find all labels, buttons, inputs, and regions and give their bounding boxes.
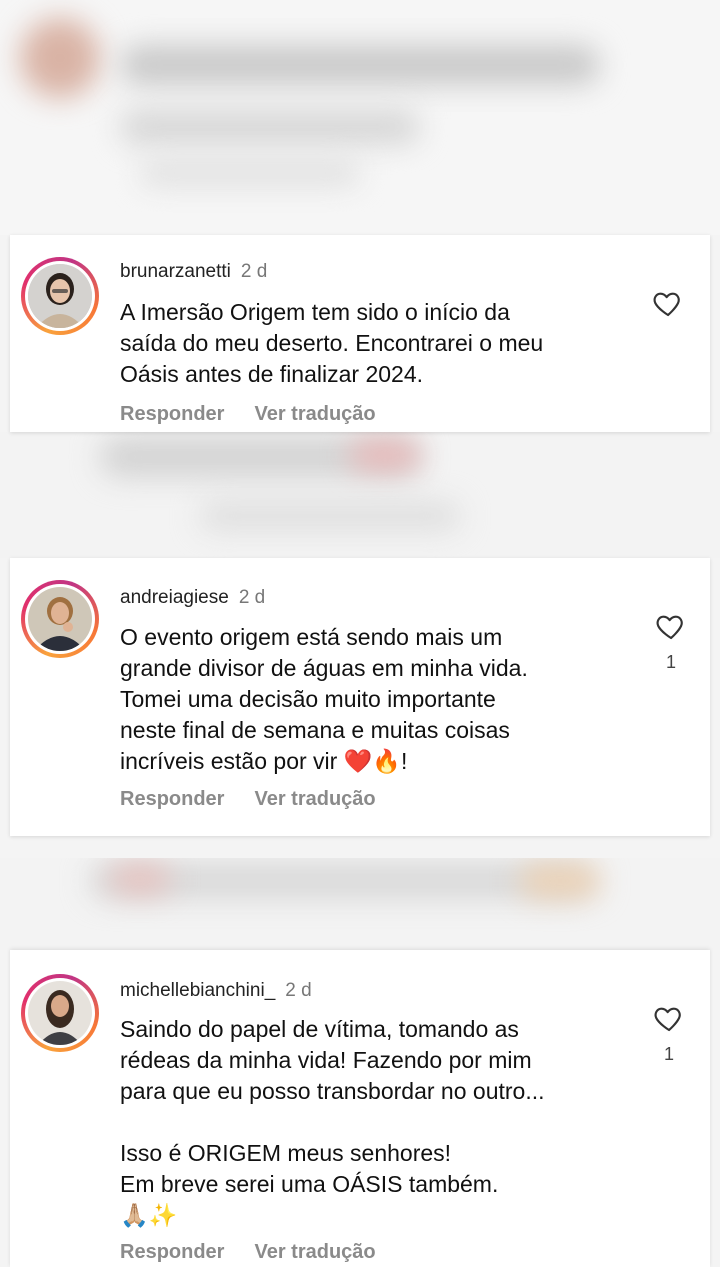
reply-button[interactable]: Responder	[120, 1241, 224, 1263]
comment-text: A Imersão Origem tem sido o início da sa…	[120, 299, 544, 387]
avatar[interactable]	[21, 257, 99, 335]
comment-time: 2 d	[238, 587, 266, 608]
blurred-comment-lower	[0, 858, 720, 950]
person-photo-icon	[28, 264, 92, 328]
heart-outline-icon	[654, 1007, 681, 1032]
username-text[interactable]: brunarzanetti	[120, 261, 231, 282]
username[interactable]: michellebianchini_ 2 d	[120, 980, 312, 1002]
person-photo-icon	[28, 587, 92, 651]
screenshot-frame: brunarzanetti 2 d A Imersão Origem tem si…	[0, 0, 720, 1267]
avatar[interactable]	[21, 974, 99, 1052]
see-translation-button[interactable]: Ver tradução	[254, 403, 375, 425]
reply-button[interactable]: Responder	[120, 788, 224, 810]
username[interactable]: brunarzanetti 2 d	[120, 261, 267, 283]
like-button[interactable]	[653, 1002, 685, 1034]
profile-photo	[28, 981, 92, 1045]
avatar[interactable]	[21, 580, 99, 658]
heart-outline-icon	[653, 292, 680, 317]
person-photo-icon	[28, 981, 92, 1045]
blurred-comment-middle	[0, 432, 720, 558]
comment-actions: Responder Ver tradução	[120, 788, 376, 811]
comment-card: michellebianchini_ 2 d Saindo do papel de…	[10, 950, 710, 1267]
username[interactable]: andreiagiese 2 d	[120, 587, 265, 609]
see-translation-button[interactable]: Ver tradução	[254, 1241, 375, 1263]
reply-button[interactable]: Responder	[120, 403, 224, 425]
like-count: 1	[663, 1044, 674, 1064]
comment-actions: Responder Ver tradução	[120, 1241, 376, 1264]
profile-photo	[28, 264, 92, 328]
comment-card: andreiagiese 2 d O evento origem está sen…	[10, 558, 710, 836]
comment-time: 2 d	[240, 261, 268, 282]
username-text[interactable]: andreiagiese	[120, 587, 229, 608]
comment-time: 2 d	[285, 980, 312, 1001]
see-translation-button[interactable]: Ver tradução	[254, 788, 375, 810]
username-text[interactable]: michellebianchini_	[120, 980, 275, 1001]
blurred-comment-top	[0, 0, 720, 235]
comment-text: Saindo do papel de vítima, tomando as ré…	[120, 1016, 545, 1228]
like-count: 1	[665, 652, 676, 672]
comment-card: brunarzanetti 2 d A Imersão Origem tem si…	[10, 235, 710, 432]
comment-text: O evento origem está sendo mais um grand…	[120, 624, 528, 774]
profile-photo	[28, 587, 92, 651]
like-button[interactable]	[655, 610, 687, 642]
comment-actions: Responder Ver tradução	[120, 403, 376, 426]
heart-outline-icon	[656, 615, 683, 640]
like-button[interactable]	[652, 287, 684, 319]
